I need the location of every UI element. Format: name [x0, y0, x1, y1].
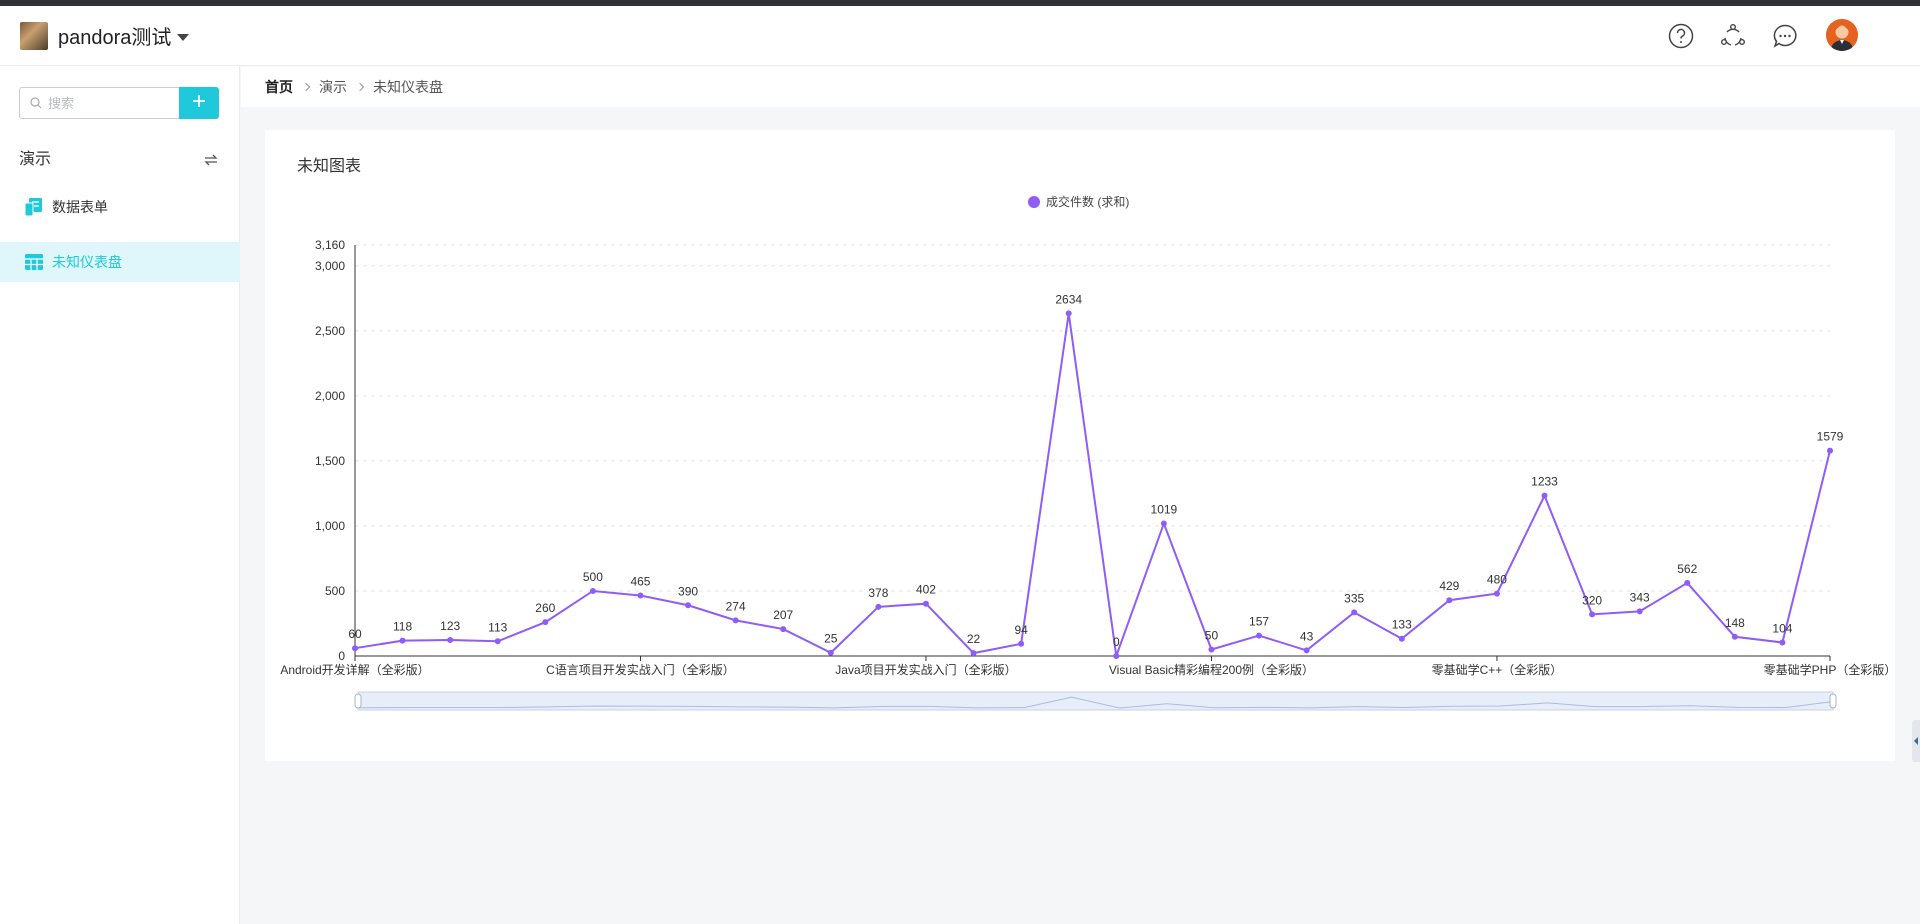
data-label: 50 — [1205, 628, 1219, 642]
data-label: 260 — [535, 601, 555, 615]
y-tick-label: 2,000 — [315, 389, 345, 403]
data-label: 1019 — [1151, 502, 1178, 516]
data-point — [827, 649, 834, 656]
data-point — [494, 638, 501, 645]
data-label: 25 — [824, 632, 838, 646]
data-point — [399, 637, 406, 644]
zoom-slider[interactable] — [357, 691, 1834, 711]
data-label: 118 — [393, 620, 412, 634]
data-label: 123 — [440, 619, 460, 633]
data-label: 113 — [488, 620, 507, 634]
data-point — [970, 650, 977, 657]
data-point — [732, 617, 739, 624]
data-point — [1636, 608, 1643, 615]
data-label: 133 — [1392, 618, 1412, 632]
line-chart: 05001,0001,5002,0002,5003,0003,160Androi… — [280, 238, 1897, 711]
data-point — [1113, 653, 1120, 659]
data-label: 0 — [1113, 635, 1120, 649]
data-label: 22 — [967, 632, 981, 646]
data-label: 500 — [583, 570, 603, 584]
data-point — [1731, 633, 1738, 640]
x-tick-label: Java项目开发实战入门（全彩版） — [835, 662, 1016, 677]
data-point — [1208, 646, 1215, 653]
zoom-handle-left[interactable] — [354, 693, 362, 709]
data-label: 1233 — [1531, 475, 1558, 489]
data-label: 429 — [1439, 579, 1459, 593]
data-point — [1398, 635, 1405, 642]
y-tick-label: 500 — [325, 584, 345, 598]
x-tick-label: Android开发详解（全彩版） — [280, 662, 429, 677]
data-label: 274 — [726, 599, 746, 613]
data-point — [1065, 310, 1072, 317]
data-point — [685, 602, 692, 609]
y-tick-label: 2,500 — [315, 324, 345, 338]
data-point — [1684, 579, 1691, 586]
zoom-handle-right[interactable] — [1829, 693, 1837, 709]
data-label: 157 — [1249, 615, 1269, 629]
data-point — [589, 587, 596, 594]
data-point — [1256, 632, 1263, 639]
data-point — [1541, 492, 1548, 499]
data-label: 402 — [916, 583, 936, 597]
x-tick-label: C语言项目开发实战入门（全彩版） — [546, 662, 735, 677]
data-label: 104 — [1772, 621, 1792, 635]
data-label: 480 — [1487, 573, 1507, 587]
data-point — [352, 645, 358, 652]
data-label: 207 — [773, 608, 793, 622]
y-tick-label: 1,500 — [315, 454, 345, 468]
data-label: 378 — [868, 586, 888, 600]
data-label: 335 — [1344, 591, 1364, 605]
y-tick-label: 3,160 — [315, 238, 345, 252]
data-label: 562 — [1677, 562, 1697, 576]
series-line — [354, 313, 1831, 657]
data-label: 1579 — [1817, 430, 1844, 444]
data-point — [637, 592, 644, 599]
x-tick-label: Visual Basic精彩编程200例（全彩版） — [1109, 662, 1314, 677]
data-point — [542, 619, 549, 626]
data-point — [1827, 447, 1833, 454]
data-label: 320 — [1582, 593, 1602, 607]
data-point — [1351, 609, 1358, 616]
x-tick-label: 零基础学PHP（全彩版） — [1764, 662, 1897, 677]
data-label: 94 — [1014, 623, 1028, 637]
data-label: 465 — [630, 575, 650, 589]
x-tick-label: 零基础学C++（全彩版） — [1432, 662, 1563, 677]
data-label: 148 — [1725, 616, 1745, 630]
y-tick-label: 0 — [338, 649, 345, 663]
data-point — [447, 637, 454, 644]
data-point — [922, 600, 929, 607]
data-label: 2634 — [1055, 292, 1082, 306]
data-label: 60 — [348, 627, 362, 641]
data-point — [1589, 611, 1596, 618]
data-point — [1018, 640, 1025, 647]
collapse-handle[interactable] — [1912, 720, 1920, 762]
data-point — [1779, 639, 1786, 646]
data-point — [1446, 597, 1453, 604]
y-tick-label: 1,000 — [315, 519, 345, 533]
data-label: 43 — [1300, 629, 1314, 643]
y-tick-label: 3,000 — [315, 259, 345, 273]
data-point — [1493, 590, 1500, 597]
data-point — [780, 626, 787, 633]
data-point — [1160, 520, 1167, 527]
data-label: 343 — [1630, 590, 1650, 604]
data-label: 390 — [678, 584, 698, 598]
data-point — [875, 603, 882, 610]
data-point — [1303, 647, 1310, 654]
caret-left-icon — [1914, 737, 1918, 745]
